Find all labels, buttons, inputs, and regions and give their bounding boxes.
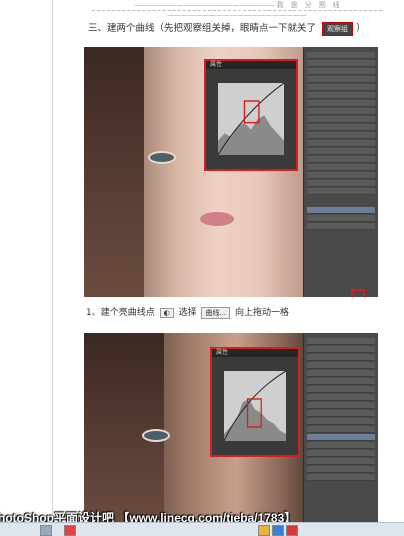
taskbar-app-icon[interactable] (272, 525, 284, 536)
taskbar-app-icon[interactable] (286, 525, 298, 536)
left-eye (148, 151, 176, 164)
panel-row[interactable] (307, 346, 375, 353)
panel-row[interactable] (307, 410, 375, 417)
section-separator: ———————————————————— 我 是 分 割 线 —————————… (92, 0, 382, 19)
panel-row[interactable] (307, 124, 375, 131)
panel-row[interactable] (307, 458, 375, 465)
dialog-title: 属性 (212, 349, 298, 357)
caption-select: 选择 (178, 308, 197, 318)
hair (84, 47, 144, 297)
curves-properties-dialog[interactable]: 属性 (204, 59, 298, 171)
hair (84, 333, 164, 523)
panel-row[interactable] (307, 100, 375, 107)
step3-heading-text: 三、建两个曲线（先把观察组关掉，眼睛点一下就关了 (88, 23, 317, 34)
panel-row[interactable] (307, 52, 375, 59)
panel-row[interactable] (307, 378, 375, 385)
photoshop-screenshot-2: 属性 (84, 333, 378, 523)
panel-row[interactable] (307, 172, 375, 179)
taskbar-app-icon[interactable] (40, 525, 52, 536)
margin-rule (52, 0, 53, 535)
taskbar-app-icon[interactable] (258, 525, 270, 536)
layer-row[interactable] (307, 223, 375, 230)
panel-row[interactable] (307, 338, 375, 345)
panel-row[interactable] (307, 474, 375, 481)
curve-graph[interactable] (218, 83, 284, 155)
caption-prefix: 1、建个亮曲线点 (86, 308, 155, 318)
taskbar-app-icon[interactable] (64, 525, 76, 536)
document-margin (0, 0, 52, 535)
panel-row[interactable] (307, 180, 375, 187)
step1-caption: 1、建个亮曲线点 ◐ 选择 曲线... 向上拖动一格 (86, 305, 289, 319)
panel-row[interactable] (307, 450, 375, 457)
adjustment-icon: ◐ (159, 308, 174, 318)
curves-menu-item[interactable]: 曲线... (201, 307, 231, 319)
panel-row[interactable] (307, 92, 375, 99)
observe-group-badge: 观察组 (322, 21, 354, 36)
taskbar (0, 522, 404, 536)
panel-row[interactable] (307, 140, 375, 147)
new-adjustment-button[interactable] (351, 289, 365, 297)
panel-row[interactable] (307, 370, 375, 377)
ps-layers-panel (303, 47, 378, 297)
panel-row[interactable] (307, 426, 375, 433)
dialog-title: 属性 (206, 61, 296, 69)
panel-row[interactable] (307, 402, 375, 409)
panel-row[interactable] (307, 442, 375, 449)
curves-properties-dialog[interactable]: 属性 (210, 347, 300, 457)
selected-layer[interactable] (307, 207, 375, 214)
panel-row[interactable] (307, 156, 375, 163)
panel-row[interactable] (307, 164, 375, 171)
panel-row[interactable] (307, 132, 375, 139)
panel-row[interactable] (307, 60, 375, 67)
caption-suffix: 向上拖动一格 (235, 308, 290, 318)
selected-layer[interactable] (307, 434, 375, 441)
panel-row[interactable] (307, 354, 375, 361)
lips (200, 212, 234, 226)
panel-row[interactable] (307, 84, 375, 91)
panel-row[interactable] (307, 148, 375, 155)
layer-row[interactable] (307, 215, 375, 222)
panel-row[interactable] (307, 76, 375, 83)
left-eye (142, 429, 170, 442)
panel-row[interactable] (307, 68, 375, 75)
panel-row[interactable] (307, 108, 375, 115)
step3-heading: 三、建两个曲线（先把观察组关掉，眼睛点一下就关了 观察组 ） (88, 20, 366, 36)
panel-row[interactable] (307, 116, 375, 123)
ps-layers-panel (303, 333, 378, 523)
panel-row[interactable] (307, 386, 375, 393)
panel-row[interactable] (307, 188, 375, 195)
curve-graph[interactable] (224, 371, 286, 441)
panel-row[interactable] (307, 466, 375, 473)
panel-row[interactable] (307, 418, 375, 425)
close-paren: ） (356, 23, 366, 34)
panel-row[interactable] (307, 362, 375, 369)
photoshop-screenshot-1: 属性 (84, 47, 378, 297)
panel-row[interactable] (307, 394, 375, 401)
